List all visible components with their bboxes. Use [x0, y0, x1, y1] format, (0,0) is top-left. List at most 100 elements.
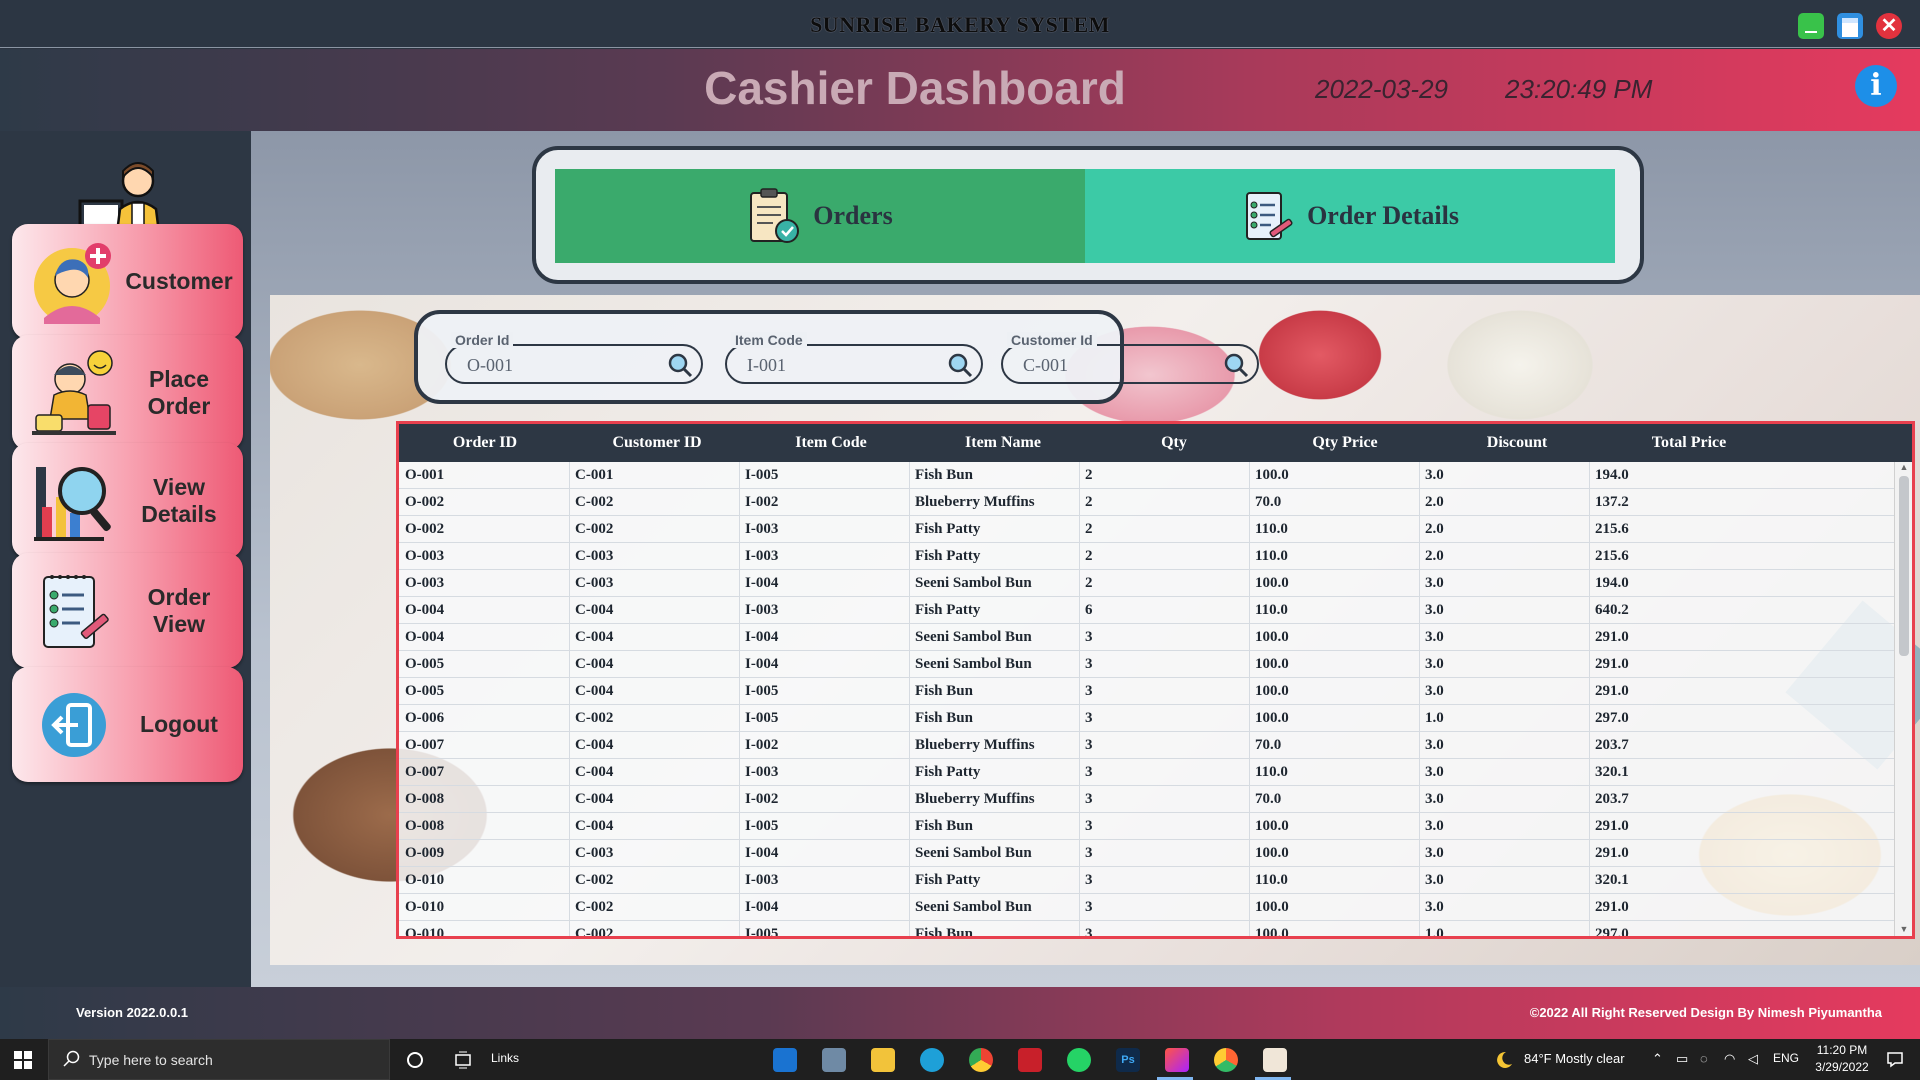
chrome-icon[interactable] [969, 1048, 993, 1072]
order-id-field[interactable]: Order Id [445, 332, 703, 384]
column-header-item-name[interactable]: Item Name [918, 434, 1088, 452]
column-header-total-price[interactable]: Total Price [1604, 434, 1774, 452]
cell-item-code: I-003 [745, 521, 779, 537]
moon-weather-icon[interactable] [1494, 1050, 1514, 1070]
windows-start-icon[interactable] [14, 1051, 32, 1069]
item-code-input[interactable] [747, 355, 927, 376]
edge-icon[interactable] [920, 1048, 944, 1072]
clock-time: 11:20 PM [1816, 1043, 1868, 1057]
cell-order-id: O-002 [405, 521, 445, 537]
customer-id-label: Customer Id [1007, 332, 1097, 348]
column-header-order-id[interactable]: Order ID [405, 434, 565, 452]
cell-item-code: I-004 [745, 629, 779, 645]
order-view-button[interactable]: Order View [12, 553, 243, 668]
mail-icon[interactable] [773, 1048, 797, 1072]
cell-order-id: O-008 [405, 818, 445, 834]
order-id-input[interactable] [467, 355, 647, 376]
info-button[interactable]: i [1855, 65, 1897, 107]
wifi-icon[interactable]: ◠ [1724, 1051, 1735, 1067]
table-row[interactable]: O-005 C-004 I-004 Seeni Sambol Bun 3 100.0 3.0… [399, 651, 1894, 678]
cell-discount: 3.0 [1425, 818, 1444, 834]
network-icon[interactable]: ◌ [1700, 1051, 1708, 1066]
task-view-icon[interactable] [454, 1051, 472, 1069]
taskbar-search[interactable]: Type here to search [48, 1039, 390, 1080]
table-row[interactable]: O-009 C-003 I-004 Seeni Sambol Bun 3 100.0 3.0… [399, 840, 1894, 867]
header-date: 2022-03-29 [1315, 74, 1448, 104]
cell-item-name: Fish Patty [915, 602, 981, 618]
java-app-icon[interactable] [1263, 1048, 1287, 1072]
cortana-icon[interactable] [406, 1051, 424, 1069]
cell-discount: 3.0 [1425, 872, 1444, 888]
table-row[interactable]: O-004 C-004 I-004 Seeni Sambol Bun 3 100.0 3.0… [399, 624, 1894, 651]
customer-id-field[interactable]: Customer Id [1001, 332, 1259, 384]
table-row[interactable]: O-006 C-002 I-005 Fish Bun 3 100.0 1.0 297.0 [399, 705, 1894, 732]
photoshop-icon[interactable]: Ps [1116, 1048, 1140, 1072]
taskbar-clock[interactable]: 11:20 PM 3/29/2022 [1808, 1042, 1876, 1076]
table-row[interactable]: O-003 C-003 I-004 Seeni Sambol Bun 2 100.0 3.0… [399, 570, 1894, 597]
table-row[interactable]: O-010 C-002 I-003 Fish Patty 3 110.0 3.0 320.1 [399, 867, 1894, 894]
table-row[interactable]: O-010 C-002 I-005 Fish Bun 3 100.0 1.0 297.0 [399, 921, 1894, 936]
column-header-qty[interactable]: Qty [1089, 434, 1259, 452]
table-row[interactable]: O-010 C-002 I-004 Seeni Sambol Bun 3 100.0 3.0… [399, 894, 1894, 921]
language-indicator[interactable]: ENG [1773, 1051, 1799, 1065]
table-row[interactable]: O-005 C-004 I-005 Fish Bun 3 100.0 3.0 291.0 [399, 678, 1894, 705]
table-row[interactable]: O-004 C-004 I-003 Fish Patty 6 110.0 3.0 640.2 [399, 597, 1894, 624]
scroll-up-arrow-icon[interactable]: ▲ [1897, 462, 1911, 474]
cell-item-code: I-005 [745, 710, 779, 726]
header-band: Cashier Dashboard 2022-03-29 23:20:49 PM… [0, 49, 1920, 131]
logout-button[interactable]: Logout [12, 667, 243, 782]
search-icon[interactable] [1223, 352, 1249, 378]
cell-discount: 3.0 [1425, 845, 1444, 861]
customer-id-input[interactable] [1023, 355, 1203, 376]
cell-qty: 2 [1085, 548, 1093, 564]
weather-text[interactable]: 84°F Mostly clear [1524, 1051, 1625, 1066]
photos-icon[interactable] [822, 1048, 846, 1072]
maximize-button[interactable] [1837, 13, 1863, 39]
column-header-customer-id[interactable]: Customer ID [572, 434, 742, 452]
cell-item-name: Fish Bun [915, 467, 973, 483]
cell-total-price: 203.7 [1595, 737, 1629, 753]
table-row[interactable]: O-008 C-004 I-005 Fish Bun 3 100.0 3.0 291.0 [399, 813, 1894, 840]
intellij-icon[interactable] [1165, 1048, 1189, 1072]
chevron-up-icon[interactable]: ⌃ [1652, 1051, 1663, 1067]
app-window: SUNRISE BAKERY SYSTEM ✕ Cashier Dashboar… [0, 0, 1920, 1080]
cell-order-id: O-004 [405, 629, 445, 645]
table-row[interactable]: O-003 C-003 I-003 Fish Patty 2 110.0 2.0 215.6 [399, 543, 1894, 570]
scroll-down-arrow-icon[interactable]: ▼ [1897, 924, 1911, 936]
column-header-qty-price[interactable]: Qty Price [1260, 434, 1430, 452]
cell-item-code: I-004 [745, 899, 779, 915]
tab-orders[interactable]: Orders [555, 169, 1085, 263]
links-toolbar[interactable]: Links [491, 1051, 519, 1065]
customer-button[interactable]: Customer [12, 224, 243, 339]
table-body[interactable]: O-001 C-001 I-005 Fish Bun 2 100.0 3.0 194.0 O-0… [399, 462, 1894, 936]
app-red-icon[interactable] [1018, 1048, 1042, 1072]
cell-discount: 3.0 [1425, 602, 1444, 618]
vertical-scrollbar[interactable]: ▲ ▼ [1894, 462, 1912, 936]
app-swirl-icon[interactable] [1214, 1048, 1238, 1072]
scroll-thumb[interactable] [1899, 476, 1909, 656]
file-explorer-icon[interactable] [871, 1048, 895, 1072]
volume-icon[interactable]: ◁ [1748, 1051, 1758, 1067]
cell-item-name: Fish Bun [915, 818, 973, 834]
table-row[interactable]: O-008 C-004 I-002 Blueberry Muffins 3 70.0 3.0… [399, 786, 1894, 813]
column-header-item-code[interactable]: Item Code [746, 434, 916, 452]
tab-order-details[interactable]: Order Details [1085, 169, 1615, 263]
view-details-button[interactable]: View Details [12, 443, 243, 558]
table-row[interactable]: O-007 C-004 I-002 Blueberry Muffins 3 70.0 3.0… [399, 732, 1894, 759]
column-header-discount[interactable]: Discount [1432, 434, 1602, 452]
table-row[interactable]: O-007 C-004 I-003 Fish Patty 3 110.0 3.0 320.1 [399, 759, 1894, 786]
close-button[interactable]: ✕ [1876, 13, 1902, 39]
table-header: Order ID Customer ID Item Code Item Name Qty… [399, 424, 1912, 462]
item-code-field[interactable]: Item Code [725, 332, 983, 384]
whatsapp-icon[interactable] [1067, 1048, 1091, 1072]
search-icon[interactable] [947, 352, 973, 378]
table-row[interactable]: O-001 C-001 I-005 Fish Bun 2 100.0 3.0 194.0 [399, 462, 1894, 489]
notification-icon[interactable] [1886, 1050, 1904, 1068]
table-row[interactable]: O-002 C-002 I-002 Blueberry Muffins 2 70.0 2.0… [399, 489, 1894, 516]
cell-item-code: I-003 [745, 548, 779, 564]
minimize-button[interactable] [1798, 13, 1824, 39]
search-icon[interactable] [667, 352, 693, 378]
place-order-button[interactable]: Place Order [12, 335, 243, 450]
battery-icon[interactable]: ▭ [1676, 1051, 1688, 1067]
table-row[interactable]: O-002 C-002 I-003 Fish Patty 2 110.0 2.0 215.6 [399, 516, 1894, 543]
